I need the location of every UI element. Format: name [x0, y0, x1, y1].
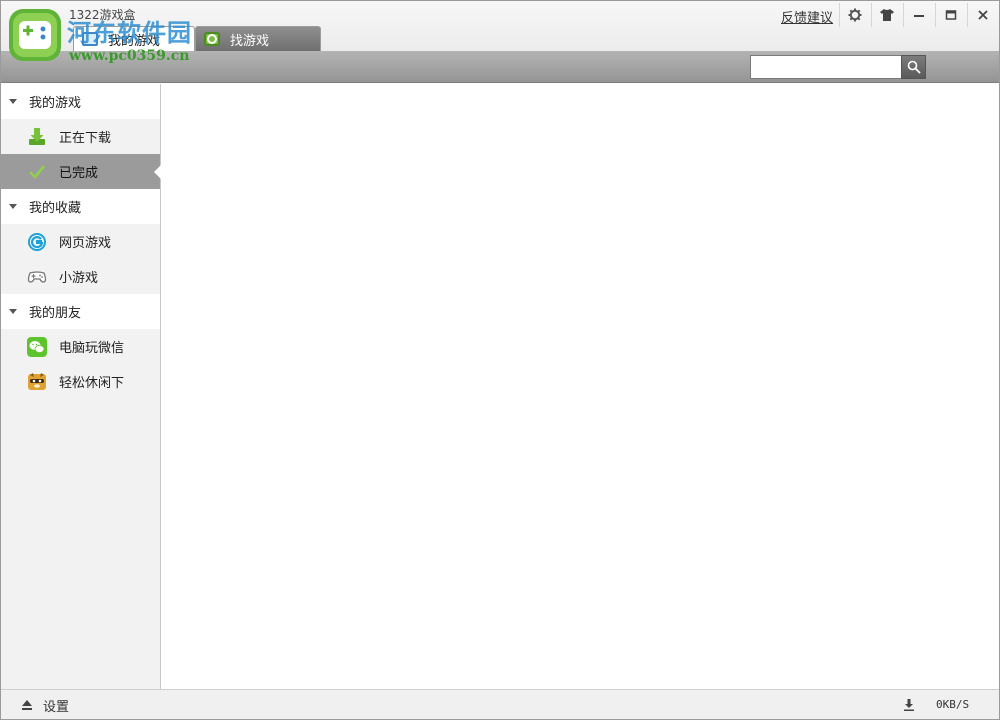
tab-find-games[interactable]: 找游戏 [195, 26, 321, 51]
raccoon-icon [27, 372, 47, 392]
sidebar-section-my-games[interactable]: 我的游戏 [1, 84, 160, 119]
collapse-arrow-icon [9, 99, 17, 104]
sidebar-item-label: 小游戏 [59, 271, 99, 286]
checkmark-icon [27, 162, 47, 182]
search-icon [907, 60, 921, 74]
eject-icon [21, 699, 33, 712]
download-speed-value: 0KB/S [936, 698, 970, 711]
gamepad-icon [27, 267, 47, 287]
watermark-url: www.pc0359.cn [69, 48, 190, 64]
shirt-icon [879, 9, 894, 21]
close-icon [977, 10, 988, 20]
sidebar-item-downloading[interactable]: 正在下载 [1, 119, 160, 154]
title-bar[interactable]: 1322游戏盒 我的游戏 找游戏 河东软件园 www.pc0359.cn 反馈建… [1, 1, 999, 64]
main-content-area [162, 84, 999, 689]
sidebar-item-label: 轻松休闲下 [59, 376, 125, 391]
sidebar-item-label: 电脑玩微信 [59, 341, 125, 356]
search-button[interactable] [901, 55, 926, 79]
section-title: 我的收藏 [29, 201, 82, 216]
minimize-icon [913, 15, 924, 17]
maximize-icon [945, 10, 956, 20]
collapse-arrow-icon [9, 204, 17, 209]
search-input[interactable] [750, 55, 902, 79]
gear-icon [848, 8, 861, 22]
sidebar-item-label: 正在下载 [59, 131, 112, 146]
skin-button[interactable] [871, 3, 901, 27]
tab-label: 找游戏 [230, 33, 270, 49]
sidebar: 我的游戏 正在下载 已完成 我的收藏 网页游戏 小游戏 我的朋友 电脑玩微信 轻… [1, 84, 161, 689]
sidebar-item-completed[interactable]: 已完成 [1, 154, 161, 189]
sidebar-section-friends[interactable]: 我的朋友 [1, 294, 160, 329]
download-icon [27, 127, 47, 147]
maximize-button[interactable] [935, 3, 965, 27]
eye-icon [204, 32, 220, 46]
wechat-icon [27, 336, 47, 357]
close-button[interactable] [967, 3, 997, 27]
collapse-arrow-icon [9, 309, 17, 314]
app-logo-icon [9, 9, 61, 61]
settings-button[interactable]: 设置 [21, 696, 69, 715]
sidebar-item-label: 已完成 [59, 166, 99, 181]
minimize-button[interactable] [903, 3, 933, 27]
section-title: 我的游戏 [29, 96, 82, 111]
sidebar-item-mini-games[interactable]: 小游戏 [1, 259, 160, 294]
sidebar-item-label: 网页游戏 [59, 236, 112, 251]
status-bar: 设置 0KB/S [1, 689, 999, 719]
sidebar-item-casual[interactable]: 轻松休闲下 [1, 364, 160, 399]
sidebar-section-favorites[interactable]: 我的收藏 [1, 189, 160, 224]
app-window: 1322游戏盒 我的游戏 找游戏 河东软件园 www.pc0359.cn 反馈建… [0, 0, 1000, 720]
watermark-text: 河东软件园 [67, 19, 192, 47]
web-game-icon [27, 232, 47, 252]
download-speed-icon [904, 699, 914, 711]
settings-label: 设置 [43, 700, 70, 715]
settings-gear-button[interactable] [839, 3, 869, 27]
section-title: 我的朋友 [29, 306, 82, 321]
sidebar-item-wechat[interactable]: 电脑玩微信 [1, 329, 160, 364]
sidebar-item-web-games[interactable]: 网页游戏 [1, 224, 160, 259]
feedback-link[interactable]: 反馈建议 [781, 7, 833, 26]
